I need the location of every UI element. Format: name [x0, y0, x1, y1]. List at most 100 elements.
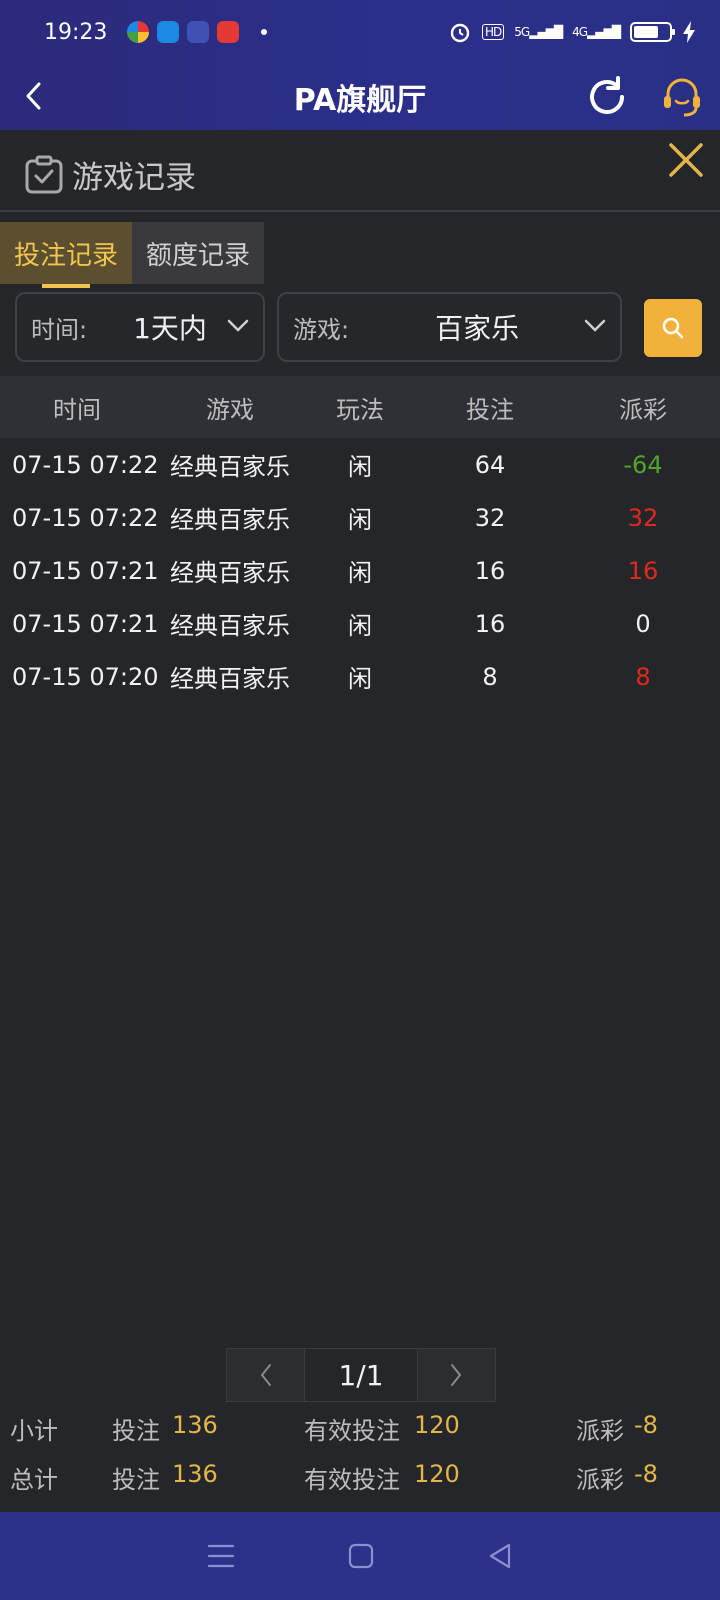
cell-game: 经典百家乐	[170, 559, 290, 587]
total-label: 总计	[10, 1466, 58, 1494]
app-notification-icon	[127, 21, 150, 43]
column-header-game: 游戏	[206, 395, 254, 424]
status-indicators: HD 5G▂▄▆█ 4G▂▄▆█	[448, 20, 696, 44]
notification-icons	[127, 21, 268, 43]
signal-4g-icon: 4G▂▄▆█	[572, 25, 621, 39]
subtotal-row: 小计 投注 136 有效投注 120 派彩 -8	[0, 1405, 720, 1449]
cell-payout: -64	[623, 450, 663, 479]
system-navigation-bar	[0, 1512, 720, 1600]
column-header-bet: 投注	[466, 395, 514, 424]
battery-icon	[630, 22, 675, 42]
headset-icon	[664, 78, 700, 117]
prev-page-button[interactable]	[227, 1349, 305, 1401]
tab-bet-records[interactable]: 投注记录	[0, 222, 132, 288]
cell-game: 经典百家乐	[170, 453, 290, 481]
cell-payout: 8	[635, 662, 651, 691]
back-button[interactable]	[14, 76, 54, 116]
status-bar: 19:23 HD 5G▂▄▆█ 4G▂▄▆█	[0, 0, 720, 64]
refresh-icon	[590, 76, 624, 114]
cell-play: 闲	[348, 559, 372, 587]
table-row[interactable]: 07-15 07:21 经典百家乐 闲 16 16	[0, 544, 720, 597]
cell-bet: 16	[474, 609, 506, 638]
hd-icon: HD	[482, 24, 505, 40]
home-icon[interactable]	[348, 1543, 374, 1569]
valid-bet-value: 120	[414, 1411, 460, 1439]
menu-icon[interactable]	[207, 1543, 235, 1569]
cell-time: 07-15 07:21	[12, 556, 159, 585]
panel-header: 游戏记录	[0, 130, 720, 212]
page-indicator: 1/1	[304, 1349, 418, 1401]
table-header: 时间 游戏 玩法 投注 派彩	[0, 376, 720, 438]
chevron-right-icon	[451, 1364, 462, 1386]
status-time: 19:23	[44, 19, 108, 45]
total-row: 总计 投注 136 有效投注 120 派彩 -8	[0, 1454, 720, 1498]
payout-value: -8	[634, 1411, 658, 1439]
charging-icon	[683, 21, 695, 43]
panel-title-group: 游戏记录	[24, 152, 196, 197]
close-button[interactable]	[666, 140, 706, 180]
payout-key: 派彩	[576, 1466, 624, 1494]
next-page-button[interactable]	[417, 1349, 496, 1401]
app-notification-icon	[157, 21, 180, 43]
cell-game: 经典百家乐	[170, 506, 290, 534]
cell-play: 闲	[348, 506, 372, 534]
cell-play: 闲	[348, 453, 372, 481]
table-row[interactable]: 07-15 07:22 经典百家乐 闲 32 32	[0, 491, 720, 544]
cell-bet: 64	[474, 450, 506, 479]
valid-bet-key: 有效投注	[304, 1417, 400, 1445]
more-notifications-icon	[261, 29, 268, 35]
payout-key: 派彩	[576, 1417, 624, 1445]
table-row[interactable]: 07-15 07:20 经典百家乐 闲 8 8	[0, 650, 720, 703]
signal-5g-icon: 5G▂▄▆█	[514, 25, 563, 39]
clipboard-check-icon	[25, 155, 63, 193]
cell-payout: 16	[627, 556, 659, 585]
game-filter-value: 百家乐	[435, 312, 520, 345]
chevron-down-icon	[584, 319, 606, 332]
customer-service-button[interactable]	[660, 74, 704, 120]
game-filter-select[interactable]: 游戏: 百家乐	[277, 292, 622, 362]
search-button[interactable]	[644, 299, 702, 357]
valid-bet-value: 120	[414, 1460, 460, 1488]
nav-bar: PA旗舰厅	[0, 64, 720, 130]
back-triangle-icon[interactable]	[487, 1542, 513, 1570]
valid-bet-key: 有效投注	[304, 1466, 400, 1494]
table-row[interactable]: 07-15 07:21 经典百家乐 闲 16 0	[0, 597, 720, 650]
page-title: PA旗舰厅	[293, 83, 427, 118]
time-filter-select[interactable]: 时间: 1天内	[15, 292, 265, 362]
cell-time: 07-15 07:21	[12, 609, 159, 638]
bet-key: 投注	[112, 1466, 160, 1494]
column-header-time: 时间	[53, 395, 101, 424]
bet-value: 136	[172, 1460, 218, 1488]
subtotal-label: 小计	[10, 1417, 58, 1445]
time-filter-label: 时间:	[31, 315, 88, 344]
refresh-button[interactable]	[584, 74, 630, 120]
top-bar: 19:23 HD 5G▂▄▆█ 4G▂▄▆█ PA旗舰厅	[0, 0, 720, 130]
close-icon	[669, 143, 703, 177]
table-row[interactable]: 07-15 07:22 经典百家乐 闲 64 -64	[0, 438, 720, 491]
chevron-left-icon	[26, 82, 41, 110]
cell-bet: 16	[474, 556, 506, 585]
chevron-down-icon	[227, 319, 249, 332]
cell-time: 07-15 07:22	[12, 503, 159, 532]
cell-time: 07-15 07:22	[12, 450, 159, 479]
pagination: 1/1	[226, 1348, 496, 1402]
cell-game: 经典百家乐	[170, 612, 290, 640]
cell-game: 经典百家乐	[170, 665, 290, 693]
panel-title: 游戏记录	[72, 160, 196, 196]
chevron-left-icon	[260, 1364, 271, 1386]
bet-value: 136	[172, 1411, 218, 1439]
cell-time: 07-15 07:20	[12, 662, 159, 691]
cell-payout: 32	[627, 503, 659, 532]
bet-key: 投注	[112, 1417, 160, 1445]
cell-play: 闲	[348, 612, 372, 640]
column-header-play: 玩法	[336, 395, 384, 424]
column-header-payout: 派彩	[619, 395, 667, 424]
time-filter-value: 1天内	[133, 312, 207, 345]
search-icon	[662, 317, 684, 339]
cell-payout: 0	[635, 609, 651, 638]
payout-value: -8	[634, 1460, 658, 1488]
app-notification-icon	[217, 21, 240, 43]
tab-credit-records[interactable]: 额度记录	[132, 222, 264, 284]
cell-bet: 8	[482, 662, 498, 691]
game-filter-label: 游戏:	[293, 315, 350, 344]
